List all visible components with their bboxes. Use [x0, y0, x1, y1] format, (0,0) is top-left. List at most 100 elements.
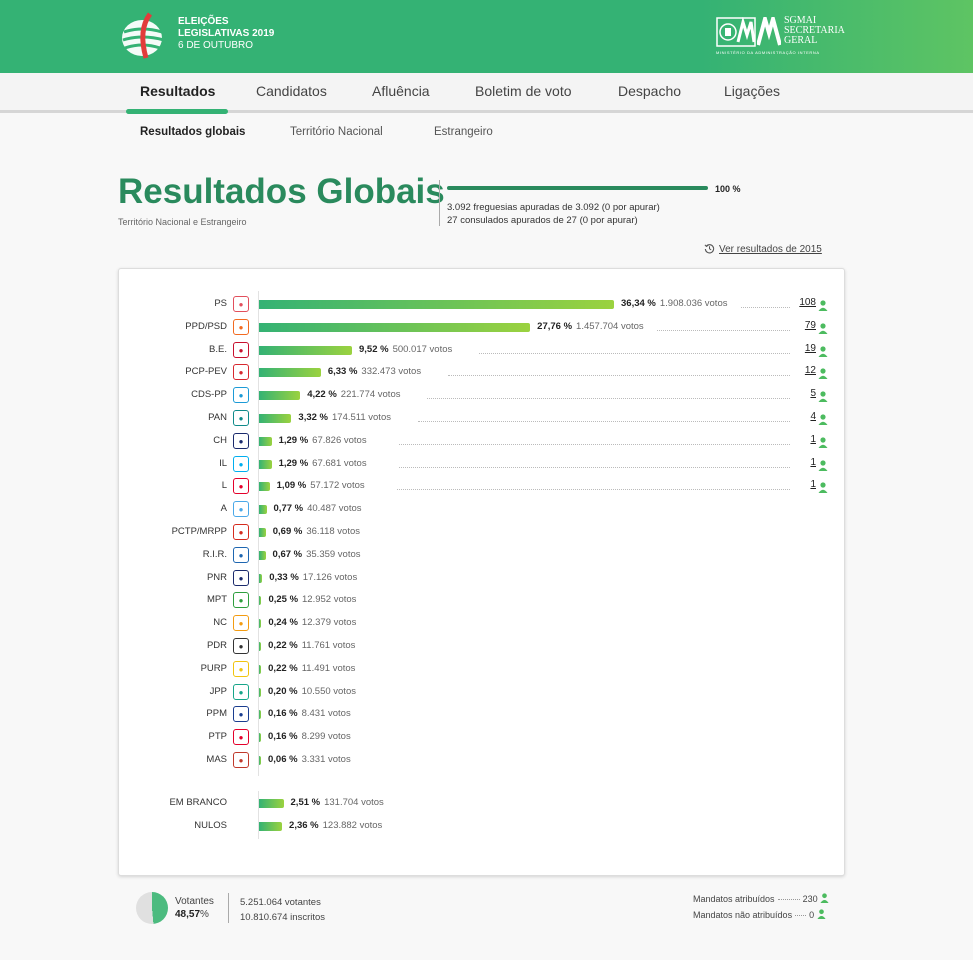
dot-leader: [447, 375, 790, 377]
subtab-resultados-globais[interactable]: Resultados globais: [140, 126, 245, 138]
party-row: PTP ● 0,16 % 8.299 votos: [0, 727, 973, 747]
party-bar: [259, 322, 531, 332]
party-name: PDR: [206, 640, 227, 651]
party-pct: 0,33 %: [269, 571, 299, 583]
org-line3: GERAL: [784, 35, 818, 46]
party-name: PS: [214, 298, 227, 309]
party-pct: 3,32 %: [298, 412, 328, 423]
subtab-estrangeiro[interactable]: Estrangeiro: [434, 126, 493, 138]
page-title: Resultados Globais: [118, 172, 445, 211]
tab-boletim-de-voto[interactable]: Boletim de voto: [475, 83, 572, 99]
party-bar: [259, 528, 266, 537]
be-star-icon: ●: [233, 341, 249, 358]
party-result: 1,29 % 67.826 votos: [279, 435, 367, 446]
party-result: 4,22 % 221.774 votos: [307, 389, 400, 400]
dot-leader: [398, 466, 790, 468]
party-seats[interactable]: 4: [792, 411, 816, 422]
party-result: 0,16 % 8.299 votos: [268, 731, 351, 742]
party-result: 0,22 % 11.491 votos: [268, 663, 355, 674]
party-seats[interactable]: 1: [792, 479, 816, 490]
party-pct: 27,76 %: [537, 320, 573, 332]
party-row: PCTP/MRPP ● 0,69 % 36.118 votos: [0, 522, 973, 542]
party-result: 1,29 % 67.681 votos: [279, 458, 367, 469]
party-votes: 11.491 votos: [301, 662, 356, 674]
seats-assigned: Mandatos atribuídos 230: [693, 893, 829, 904]
tab-despacho[interactable]: Despacho: [618, 83, 681, 99]
subtab-territorio-nacional[interactable]: Território Nacional: [290, 126, 383, 138]
seats-unassigned-label: Mandatos não atribuídos: [693, 910, 793, 920]
party-result: 6,33 % 332.473 votos: [328, 366, 421, 377]
party-result: 0,33 % 17.126 votos: [269, 572, 357, 583]
party-votes: 174.511 votos: [332, 412, 391, 423]
mai-monogram-icon: [757, 17, 781, 46]
tab-ligacoes[interactable]: Ligações: [724, 83, 780, 99]
party-seats[interactable]: 5: [792, 388, 816, 399]
party-votes: 57.172 votos: [310, 480, 365, 492]
party-bar: [259, 687, 261, 697]
consulados-status: 27 consulados apurados de 27 (0 por apur…: [447, 215, 638, 226]
turnout-details: 5.251.064 votantes 10.810.674 inscritos: [240, 895, 325, 925]
party-bar: [259, 459, 272, 469]
party-result: 0,69 % 36.118 votos: [273, 526, 360, 537]
party-row: PPM ● 0,16 % 8.431 votos: [0, 704, 973, 724]
party-pct: 0,16 %: [268, 708, 298, 720]
party-votes: 12.379 votos: [301, 617, 357, 629]
counting-progress-bar: [447, 186, 708, 190]
party-row: B.E. ● 9,52 % 500.017 votos 19: [0, 340, 973, 360]
ptp-icon: ●: [233, 729, 249, 746]
party-row: A ● 0,77 % 40.487 votos: [0, 499, 973, 519]
person-icon: [817, 909, 826, 919]
purp-icon: ●: [233, 660, 249, 677]
party-votes: 332.473 votos: [361, 366, 422, 378]
party-row: PAN ● 3,32 % 174.511 votos 4: [0, 408, 973, 428]
person-icon: [818, 298, 828, 311]
registered-count: 10.810.674 inscritos: [240, 912, 326, 923]
chega-icon: ●: [233, 432, 249, 449]
party-votes: 221.774 votos: [340, 389, 401, 401]
tab-resultados[interactable]: Resultados: [140, 83, 215, 99]
dot-leader: [427, 398, 790, 400]
person-icon: [818, 366, 828, 380]
seats-assigned-label: Mandatos atribuídos: [693, 894, 775, 904]
party-bar: [259, 710, 261, 720]
party-pct: 0,22 %: [268, 662, 298, 674]
dot-leader: [478, 352, 790, 354]
party-seats[interactable]: 1: [792, 457, 816, 468]
party-votes: 8.431 votos: [301, 708, 351, 720]
ppm-icon: ●: [233, 706, 249, 723]
election-title: ELEIÇÕES LEGISLATIVAS 2019 6 DE OUTUBRO: [178, 16, 274, 52]
mpt-clover-icon: ●: [233, 592, 249, 609]
seats-unassigned: Mandatos não atribuídos 0: [693, 909, 826, 920]
party-seats[interactable]: 79: [792, 320, 816, 331]
party-seats[interactable]: 108: [792, 297, 816, 308]
party-bar: [259, 822, 283, 831]
history-link[interactable]: Ver resultados de 2015: [704, 243, 822, 255]
party-pct: 4,22 %: [307, 389, 337, 401]
party-name: PPD/PSD: [185, 320, 227, 332]
party-pct: 1,29 %: [278, 457, 309, 469]
history-link-label[interactable]: Ver resultados de 2015: [719, 244, 822, 255]
party-pct: 0,20 %: [268, 685, 298, 697]
party-bar: [259, 368, 321, 378]
person-icon: [818, 480, 828, 494]
party-seats[interactable]: 19: [792, 343, 816, 354]
party-result: 0,20 % 10.550 votos: [268, 686, 356, 697]
party-seats[interactable]: 12: [792, 365, 816, 376]
party-votes: 123.882 votos: [322, 820, 383, 831]
active-tab-indicator: [126, 109, 228, 114]
turnout-pct: 48,57: [175, 909, 201, 920]
tab-candidatos[interactable]: Candidatos: [256, 83, 327, 99]
tab-afluencia[interactable]: Afluência: [372, 83, 430, 99]
livre-poppy-icon: ●: [233, 478, 249, 495]
party-name: PURP: [200, 662, 227, 674]
party-seats[interactable]: 1: [792, 434, 816, 445]
party-row: JPP ● 0,20 % 10.550 votos: [0, 682, 973, 702]
party-votes: 67.826 votos: [312, 434, 367, 446]
party-name: NC: [213, 617, 227, 629]
party-pct: 0,22 %: [268, 640, 298, 651]
person-icon: [818, 435, 828, 448]
turnout-pct-sign: %: [200, 909, 209, 920]
party-name: A: [220, 503, 227, 515]
party-votes: 40.487 votos: [307, 503, 362, 515]
party-bar: [259, 799, 284, 808]
